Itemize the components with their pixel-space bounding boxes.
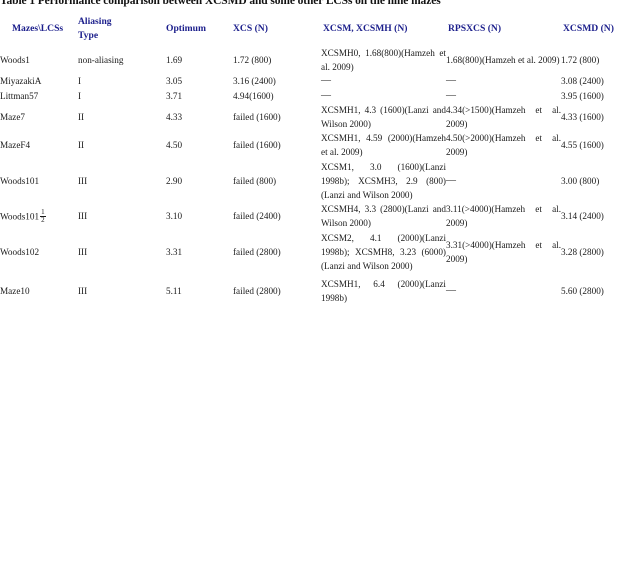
- cell-rpsxcs: —: [446, 75, 456, 87]
- table-caption: Table 1 Performance comparison between X…: [0, 0, 441, 7]
- cell-rpsxcs: 1.68(800)(Hamzeh et al. 2009): [446, 55, 560, 66]
- cell-xcsmd: 4.33 (1600): [561, 111, 604, 122]
- cell-xcsmd: 1.72 (800): [561, 55, 600, 66]
- cell-xcs: 3.16 (2400): [233, 76, 276, 87]
- table-body: Woods1 non-aliasing 1.69 1.72 (800) XCSM…: [0, 46, 640, 306]
- cell-rpsxcs: 3.31(>4000)(Hamzeh et al. 2009): [446, 239, 561, 264]
- header-aliasing-line1: Aliasing: [78, 16, 112, 27]
- fraction-one-half: 12: [40, 207, 46, 224]
- cell-maze: Littman57: [0, 90, 39, 101]
- header-aliasing-line2: Type: [78, 29, 99, 41]
- cell-xcsm-xcsmh: XCSMH4, 3.3 (2800)(Lanzi and Wilson 2000…: [321, 204, 446, 229]
- table-row[interactable]: Maze10 III 5.11 failed (2800) XCSMH1, 6.…: [0, 277, 640, 305]
- header-rpsxcs[interactable]: RPSXCS (N): [446, 15, 561, 42]
- cell-aliasing: I: [78, 76, 82, 87]
- table-row[interactable]: Littman57 I 3.71 4.94(1600) — — 3.95 (16…: [0, 89, 640, 103]
- cell-xcs: 1.72 (800): [233, 55, 272, 66]
- cell-xcs: failed (2400): [233, 211, 281, 222]
- cell-xcsm-xcsmh: XCSMH1, 6.4 (2000)(Lanzi 1998b): [321, 279, 446, 304]
- cell-xcsmd: 3.14 (2400): [561, 211, 604, 222]
- cell-xcsmd: 3.00 (800): [561, 175, 600, 186]
- cell-optimum: 3.10: [166, 211, 183, 222]
- cell-xcs: failed (1600): [233, 111, 281, 122]
- cell-xcsm-xcsmh: XCSMH1, 4.59 (2000)(Hamzeh et al. 2009): [321, 133, 446, 158]
- cell-aliasing: I: [78, 90, 82, 101]
- cell-xcsmd: 3.08 (2400): [561, 76, 604, 87]
- cell-xcs: failed (2800): [233, 286, 281, 297]
- cell-xcsm-xcsmh: XCSM1, 3.0 (1600)(Lanzi 1998b); XCSMH3, …: [321, 161, 446, 201]
- table-row[interactable]: Woods1 non-aliasing 1.69 1.72 (800) XCSM…: [0, 46, 640, 74]
- cell-maze: Woods101 1 2: [0, 202, 78, 230]
- cell-maze: MiyazakiA: [0, 76, 42, 87]
- cell-optimum: 2.90: [166, 175, 183, 186]
- cell-rpsxcs: 4.50(>2000)(Hamzeh et al. 2009): [446, 133, 561, 158]
- cell-optimum: 4.50: [166, 140, 183, 151]
- header-aliasing-type[interactable]: Aliasing Type: [78, 15, 166, 42]
- cell-xcsmd: 3.28 (2800): [561, 246, 604, 257]
- cell-aliasing: II: [78, 111, 85, 122]
- cell-optimum: 1.69: [166, 55, 183, 66]
- cell-optimum: 3.05: [166, 76, 183, 87]
- header-xcsm-xcsmh[interactable]: XCSM, XCSMH (N): [321, 15, 446, 42]
- header-row: Mazes\LCSs Aliasing Type Optimum XCS (N)…: [0, 15, 640, 42]
- table-header: Mazes\LCSs Aliasing Type Optimum XCS (N)…: [0, 11, 640, 46]
- cell-rpsxcs: —: [446, 89, 456, 101]
- table-row[interactable]: Maze7 II 4.33 failed (1600) XCSMH1, 4.3 …: [0, 103, 640, 131]
- cell-optimum: 3.31: [166, 246, 183, 257]
- cell-aliasing: III: [78, 211, 88, 222]
- cell-rpsxcs: 3.11(>4000)(Hamzeh et al. 2009): [446, 204, 561, 229]
- cell-aliasing: III: [78, 246, 88, 257]
- cell-aliasing: non-aliasing: [78, 55, 124, 66]
- table-row[interactable]: Woods101 III 2.90 failed (800) XCSM1, 3.…: [0, 160, 640, 203]
- cell-aliasing: III: [78, 286, 88, 297]
- cell-xcsm-xcsmh: XCSMH0, 1.68(800)(Hamzeh et al. 2009): [321, 48, 446, 73]
- cell-xcsm-xcsmh: —: [321, 89, 331, 101]
- cell-rpsxcs: —: [446, 285, 456, 297]
- cell-xcs: failed (800): [233, 175, 277, 186]
- cell-xcsmd: 4.55 (1600): [561, 140, 604, 151]
- cell-optimum: 4.33: [166, 111, 183, 122]
- cell-maze: Maze7: [0, 111, 25, 122]
- header-xcs[interactable]: XCS (N): [233, 15, 321, 42]
- cell-maze: Woods101: [0, 175, 40, 186]
- table-row[interactable]: MiyazakiA I 3.05 3.16 (2400) — — 3.08 (2…: [0, 74, 640, 88]
- table-page: Table 1 Performance comparison between X…: [0, 0, 640, 588]
- header-xcsmd[interactable]: XCSMD (N): [561, 15, 640, 42]
- cell-xcsmd: 3.95 (1600): [561, 90, 604, 101]
- cell-xcs: failed (1600): [233, 140, 281, 151]
- cell-maze: Woods102: [0, 246, 40, 257]
- cell-maze: Woods1: [0, 55, 30, 66]
- cell-xcsmd: 5.60 (2800): [561, 286, 604, 297]
- cell-optimum: 3.71: [166, 90, 183, 101]
- performance-comparison-table: Mazes\LCSs Aliasing Type Optimum XCS (N)…: [0, 11, 640, 306]
- cell-xcsm-xcsmh: XCSM2, 4.1 (2000)(Lanzi 1998b); XCSMH8, …: [321, 232, 446, 272]
- cell-rpsxcs: 4.34(>1500)(Hamzeh et al. 2009): [446, 104, 561, 130]
- cell-xcsm-xcsmh: XCSMH1, 4.3 (1600)(Lanzi and Wilson 2000…: [321, 104, 446, 130]
- header-optimum[interactable]: Optimum: [166, 15, 233, 42]
- table-row[interactable]: Woods102 III 3.31 failed (2800) XCSM2, 4…: [0, 231, 640, 274]
- cell-xcsm-xcsmh: —: [321, 75, 331, 87]
- cell-optimum: 5.11: [166, 286, 182, 297]
- table-row[interactable]: MazeF4 II 4.50 failed (1600) XCSMH1, 4.5…: [0, 131, 640, 159]
- cell-rpsxcs: —: [446, 174, 456, 186]
- header-mazes-lcss[interactable]: Mazes\LCSs: [0, 15, 78, 42]
- table-row[interactable]: Woods101 1 2 III 3.10 failed (2400) XCSMH4…: [0, 202, 640, 230]
- cell-aliasing: III: [78, 175, 88, 186]
- cell-aliasing: II: [78, 140, 85, 151]
- cell-xcs: failed (2800): [233, 246, 281, 257]
- cell-maze-label: Woods101: [0, 211, 40, 222]
- cell-maze: MazeF4: [0, 140, 31, 151]
- cell-xcs: 4.94(1600): [233, 90, 274, 101]
- cell-maze: Maze10: [0, 286, 30, 297]
